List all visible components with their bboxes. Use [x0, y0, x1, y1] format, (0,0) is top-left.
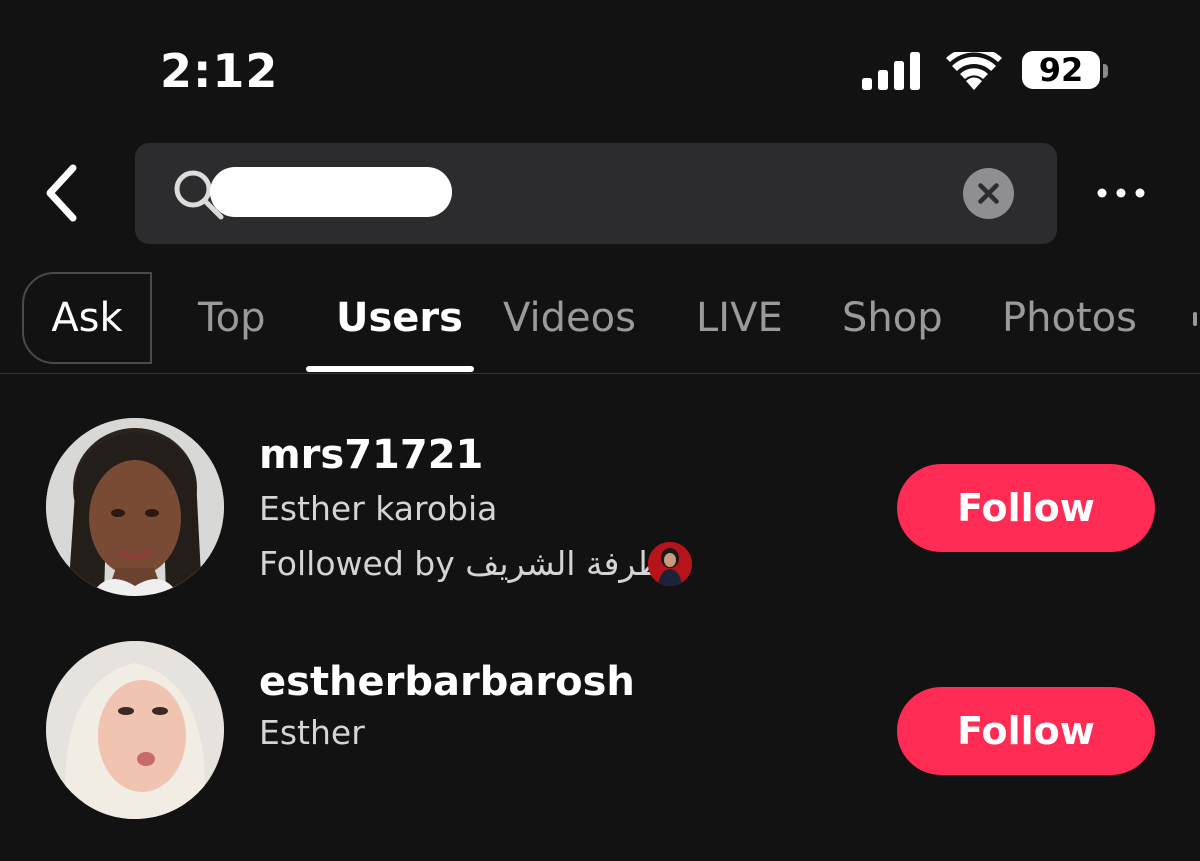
avatar-portrait	[46, 418, 224, 596]
battery-icon: 92	[1022, 51, 1100, 89]
tab-photos[interactable]: Photos	[1002, 270, 1137, 370]
tab-ask[interactable]: Ask	[22, 272, 152, 364]
user-row[interactable]: estherbarbarosh Esther Follow	[0, 641, 1200, 861]
tabs-divider	[0, 373, 1200, 374]
status-time: 2:12	[160, 44, 279, 98]
clear-icon	[978, 183, 999, 204]
followed-by-prefix: Followed by	[259, 544, 455, 583]
search-field[interactable]: esther	[135, 143, 1057, 244]
tab-top[interactable]: Top	[198, 270, 266, 370]
username[interactable]: mrs71721	[259, 432, 483, 478]
more-icon	[1097, 188, 1145, 198]
followed-by-name: طرفة الشريف	[465, 544, 664, 583]
follow-button[interactable]: Follow	[897, 464, 1155, 552]
follow-button[interactable]: Follow	[897, 687, 1155, 775]
tab-users[interactable]: Users	[336, 270, 463, 370]
active-tab-indicator	[306, 366, 474, 372]
search-tabs: Ask Top Users Videos LIVE Shop Photos	[0, 270, 1200, 374]
tab-live[interactable]: LIVE	[696, 270, 783, 370]
follower-avatar	[648, 542, 692, 586]
tab-videos[interactable]: Videos	[503, 270, 636, 370]
username[interactable]: estherbarbarosh	[259, 659, 635, 705]
user-row[interactable]: mrs71721 Esther karobia Followed by طرفة…	[0, 418, 1200, 638]
search-query-redacted[interactable]: esther	[210, 167, 452, 217]
cellular-signal-icon	[862, 52, 920, 90]
back-chevron-icon	[46, 164, 77, 222]
more-button[interactable]	[1094, 183, 1150, 203]
avatar-portrait	[46, 641, 224, 819]
display-name: Esther	[259, 713, 365, 752]
tab-overflow-hint	[1193, 312, 1197, 326]
wifi-icon	[946, 52, 1002, 90]
battery-tip	[1103, 64, 1108, 78]
back-button[interactable]	[40, 160, 86, 226]
avatar[interactable]	[46, 418, 224, 596]
display-name: Esther karobia	[259, 489, 498, 528]
clear-button[interactable]	[963, 168, 1014, 219]
tab-shop[interactable]: Shop	[842, 270, 943, 370]
followed-by-text: Followed by طرفة الشريف	[259, 544, 664, 583]
avatar[interactable]	[46, 641, 224, 819]
